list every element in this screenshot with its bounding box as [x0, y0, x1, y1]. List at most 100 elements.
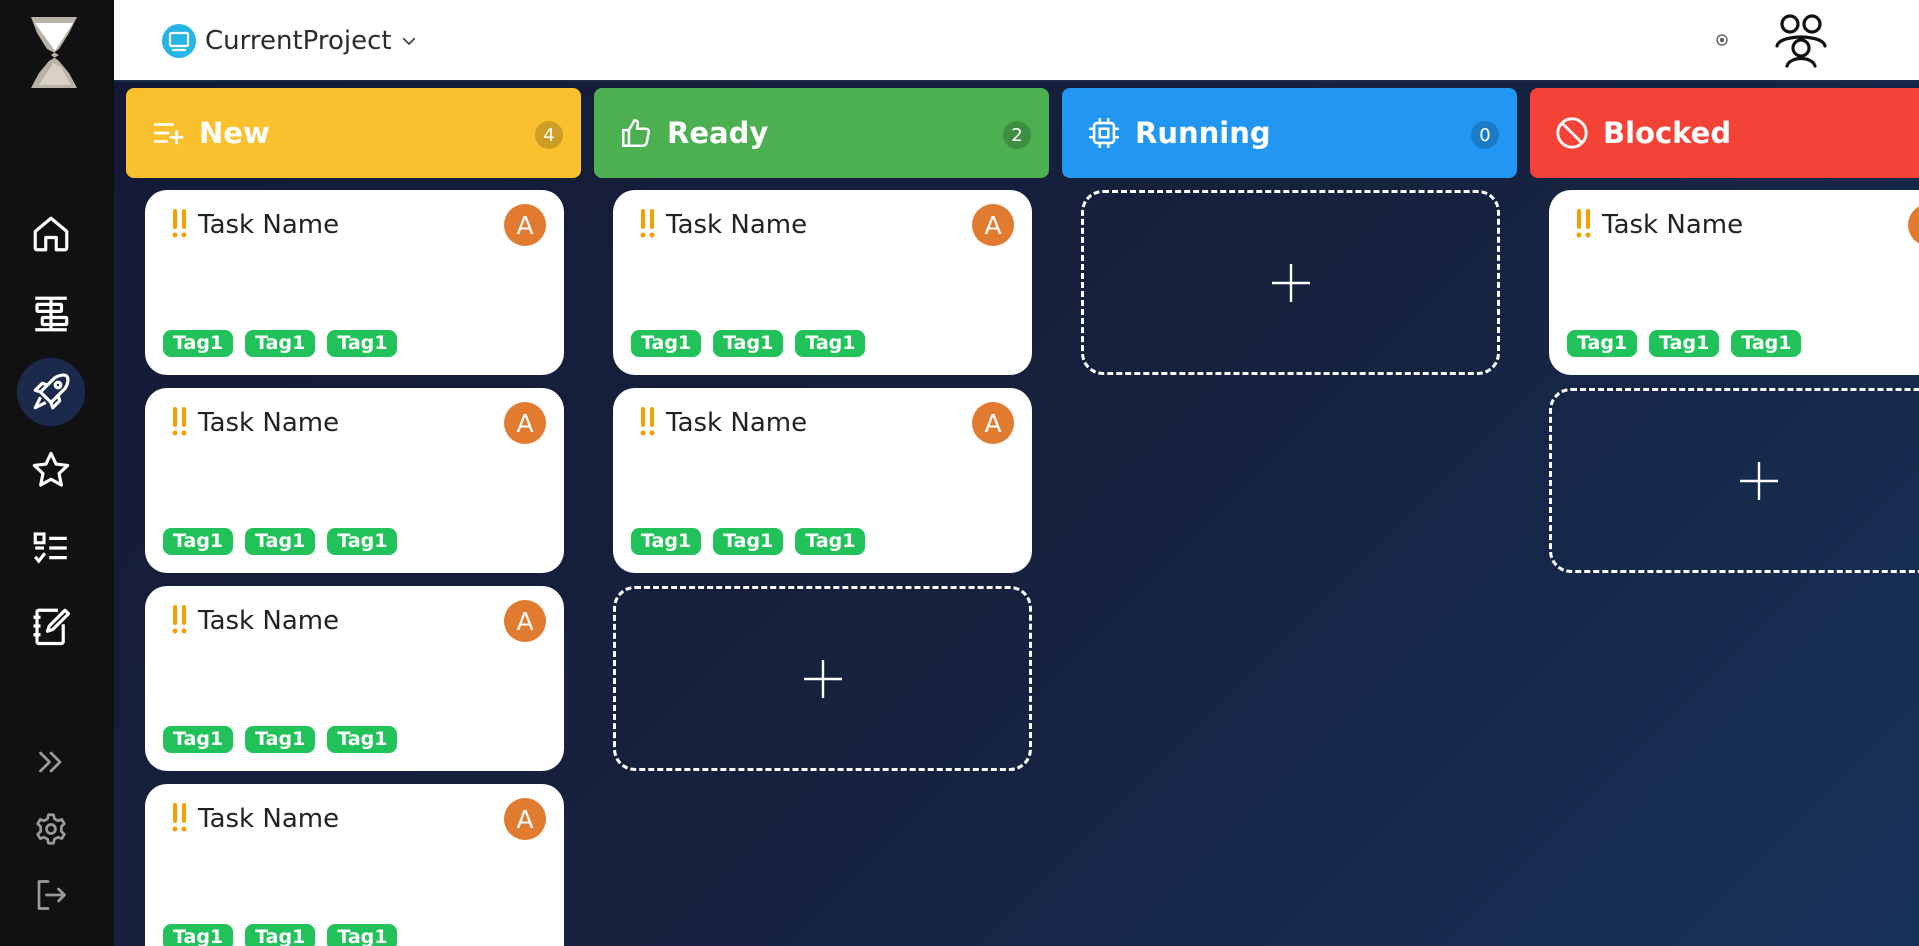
kanban-board: New 4 Task Name A Tag1 Tag1 Tag1 Task Na… — [114, 82, 1919, 946]
tag[interactable]: Tag1 — [163, 528, 234, 555]
task-name: Task Name — [198, 408, 340, 438]
tag-list: Tag1 Tag1 Tag1 — [631, 330, 866, 357]
avatar[interactable]: A — [1908, 204, 1919, 246]
tag[interactable]: Tag1 — [327, 528, 398, 555]
project-selector[interactable]: CurrentProject — [161, 20, 418, 62]
task-name: Task Name — [666, 408, 808, 438]
tag[interactable]: Tag1 — [327, 924, 398, 946]
cpu-icon — [1089, 118, 1119, 148]
logout-button[interactable] — [17, 861, 85, 929]
column-header-new[interactable]: New 4 — [126, 88, 581, 178]
sidebar-item-checklist[interactable] — [17, 514, 85, 582]
plus-icon — [803, 659, 842, 698]
priority-high-icon — [1576, 209, 1591, 238]
task-name: Task Name — [1602, 210, 1744, 240]
add-task-button[interactable] — [1081, 190, 1500, 375]
tag[interactable]: Tag1 — [795, 528, 866, 555]
priority-high-icon — [640, 407, 655, 436]
list-add-icon — [153, 123, 184, 145]
tag[interactable]: Tag1 — [1731, 330, 1802, 357]
expand-icon — [39, 751, 62, 773]
tag[interactable]: Tag1 — [327, 726, 398, 753]
column-ready: Ready 2 Task Name A Tag1 Tag1 Tag1 Task … — [594, 88, 1049, 771]
timeline-icon — [35, 296, 69, 332]
column-header-running[interactable]: Running 0 — [1062, 88, 1517, 178]
task-name: Task Name — [198, 804, 340, 834]
task-name: Task Name — [198, 606, 340, 636]
tag[interactable]: Tag1 — [631, 330, 702, 357]
column-title: Ready — [667, 116, 769, 150]
sidebar-item-notebook[interactable] — [17, 592, 85, 660]
priority-high-icon — [172, 209, 187, 238]
priority-high-icon — [640, 209, 655, 238]
task-card[interactable]: Task Name A Tag1 Tag1 Tag1 — [145, 586, 564, 771]
column-new: New 4 Task Name A Tag1 Tag1 Tag1 Task Na… — [126, 88, 581, 946]
expand-sidebar-button[interactable] — [17, 728, 85, 796]
hourglass-logo-icon — [31, 17, 77, 88]
avatar[interactable]: A — [504, 798, 546, 840]
add-task-button[interactable] — [1549, 388, 1919, 573]
tag-list: Tag1 Tag1 Tag1 — [163, 330, 398, 357]
avatar[interactable]: A — [504, 600, 546, 642]
task-name: Task Name — [198, 210, 340, 240]
column-count-badge: 0 — [1471, 121, 1499, 149]
tag[interactable]: Tag1 — [327, 330, 398, 357]
tag[interactable]: Tag1 — [1649, 330, 1720, 357]
task-card[interactable]: Task Name A Tag1 Tag1 Tag1 — [613, 190, 1032, 375]
tag-list: Tag1 Tag1 Tag1 — [163, 528, 398, 555]
sidebar — [0, 0, 114, 946]
tag-list: Tag1 Tag1 Tag1 — [163, 726, 398, 753]
chevron-down-icon — [402, 37, 415, 45]
tag[interactable]: Tag1 — [163, 924, 234, 946]
tag[interactable]: Tag1 — [631, 528, 702, 555]
column-title: Running — [1135, 116, 1271, 150]
tag[interactable]: Tag1 — [1567, 330, 1638, 357]
tag[interactable]: Tag1 — [245, 726, 316, 753]
task-name: Task Name — [666, 210, 808, 240]
star-icon — [32, 451, 70, 487]
column-running: Running 0 — [1062, 88, 1517, 375]
avatar[interactable]: A — [972, 402, 1014, 444]
task-card[interactable]: Task Name A Tag1 Tag1 Tag1 — [613, 388, 1032, 573]
column-header-ready[interactable]: Ready 2 — [594, 88, 1049, 178]
column-title: Blocked — [1603, 116, 1732, 150]
avatar[interactable]: A — [504, 204, 546, 246]
rocket-icon — [33, 373, 70, 410]
team-icon[interactable] — [1773, 12, 1829, 68]
tag[interactable]: Tag1 — [245, 924, 316, 946]
sidebar-item-favorites[interactable] — [17, 436, 85, 504]
task-card[interactable]: Task Name A Tag1 Tag1 Tag1 — [145, 388, 564, 573]
sidebar-item-home[interactable] — [17, 200, 85, 268]
plus-icon — [1739, 461, 1778, 500]
gear-icon — [36, 813, 66, 845]
add-task-button[interactable] — [613, 586, 1032, 771]
column-blocked: Blocked Task Name A Tag1 Tag1 Tag1 — [1530, 88, 1919, 573]
settings-button[interactable] — [17, 795, 85, 863]
blocked-icon — [1556, 117, 1588, 149]
task-card[interactable]: Task Name A Tag1 Tag1 Tag1 — [1549, 190, 1919, 375]
status-indicator-icon — [1716, 34, 1728, 46]
tag[interactable]: Tag1 — [245, 330, 316, 357]
avatar[interactable]: A — [504, 402, 546, 444]
notebook-edit-icon — [33, 608, 71, 646]
priority-high-icon — [172, 803, 187, 832]
tag-list: Tag1 Tag1 Tag1 — [1567, 330, 1802, 357]
task-card[interactable]: Task Name A Tag1 Tag1 Tag1 — [145, 784, 564, 946]
project-name: CurrentProject — [205, 26, 392, 56]
tag[interactable]: Tag1 — [163, 726, 234, 753]
column-header-blocked[interactable]: Blocked — [1530, 88, 1919, 178]
checklist-icon — [33, 532, 67, 564]
tag[interactable]: Tag1 — [713, 528, 784, 555]
avatar[interactable]: A — [972, 204, 1014, 246]
tag[interactable]: Tag1 — [245, 528, 316, 555]
task-card[interactable]: Task Name A Tag1 Tag1 Tag1 — [145, 190, 564, 375]
tag[interactable]: Tag1 — [163, 330, 234, 357]
column-count-badge: 2 — [1003, 121, 1031, 149]
tag[interactable]: Tag1 — [713, 330, 784, 357]
sidebar-item-rocket[interactable] — [17, 358, 85, 426]
home-icon — [33, 216, 69, 252]
column-count-badge: 4 — [535, 121, 563, 149]
priority-high-icon — [172, 605, 187, 634]
sidebar-item-timeline[interactable] — [17, 280, 85, 348]
tag[interactable]: Tag1 — [795, 330, 866, 357]
